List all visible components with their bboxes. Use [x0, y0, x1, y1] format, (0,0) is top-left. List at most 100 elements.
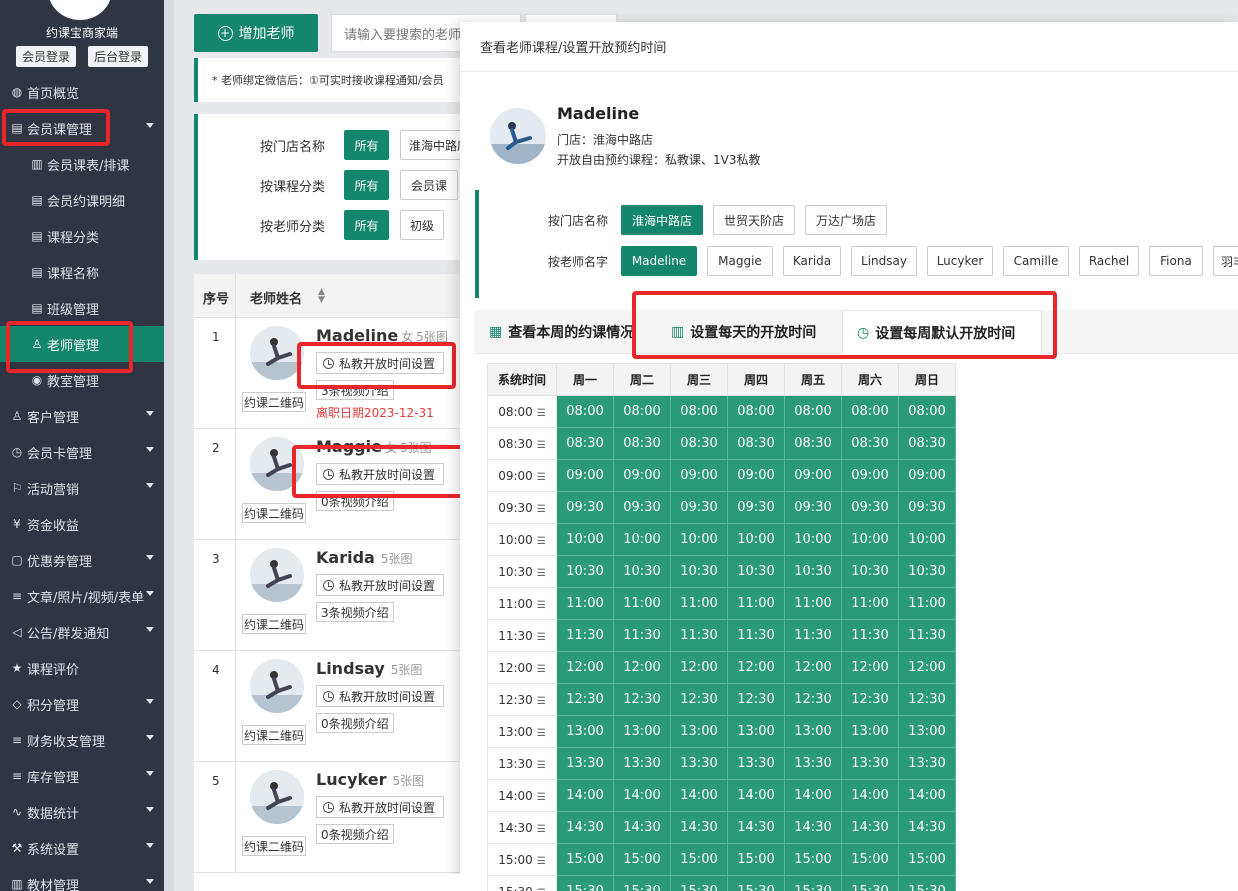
grid-time-cell[interactable]: 15:00 ☰ [487, 843, 557, 876]
grid-slot[interactable]: 15:00 [727, 843, 785, 876]
modal-teacher-tag[interactable]: Madeline [621, 246, 697, 276]
add-teacher-button[interactable]: + 增加老师 [194, 14, 318, 52]
grid-slot[interactable]: 09:30 [727, 491, 785, 524]
modal-teacher-tag[interactable]: 羽丰 [1213, 246, 1238, 276]
grid-slot[interactable]: 13:00 [784, 715, 842, 748]
grid-slot[interactable]: 15:00 [556, 843, 614, 876]
sidebar-item-8[interactable]: ◉ 教室管理 [0, 362, 164, 398]
row-menu-icon[interactable]: ☰ [537, 728, 546, 739]
row-menu-icon[interactable]: ☰ [537, 536, 546, 547]
teacher-photos[interactable]: 5张图 [391, 663, 423, 677]
grid-slot[interactable]: 15:30 [613, 875, 671, 891]
grid-slot[interactable]: 12:00 [556, 651, 614, 684]
grid-slot[interactable]: 13:30 [784, 747, 842, 780]
tab-weekly-default-open-time[interactable]: ◷ 设置每周默认开放时间 [842, 310, 1042, 354]
grid-slot[interactable]: 14:30 [841, 811, 899, 844]
grid-time-cell[interactable]: 12:00 ☰ [487, 651, 557, 684]
modal-teacher-tag[interactable]: Karida [783, 246, 841, 276]
grid-slot[interactable]: 13:30 [841, 747, 899, 780]
modal-store-tag[interactable]: 世贸天阶店 [713, 205, 795, 235]
grid-time-cell[interactable]: 14:00 ☰ [487, 779, 557, 812]
grid-slot[interactable]: 11:30 [898, 619, 956, 652]
sidebar-item-21[interactable]: ⚒ 系统设置 [0, 830, 164, 866]
video-intro-badge[interactable]: 0条视频介绍 [316, 491, 394, 511]
grid-slot[interactable]: 11:00 [784, 587, 842, 620]
grid-slot[interactable]: 10:30 [898, 555, 956, 588]
grid-slot[interactable]: 10:30 [784, 555, 842, 588]
grid-slot[interactable]: 11:30 [727, 619, 785, 652]
grid-slot[interactable]: 13:00 [670, 715, 728, 748]
sidebar-item-12[interactable]: ¥ 资金收益 [0, 506, 164, 542]
admin-login-button[interactable]: 后台登录 [88, 46, 149, 67]
grid-slot[interactable]: 10:30 [841, 555, 899, 588]
row-menu-icon[interactable]: ☰ [537, 856, 546, 867]
sidebar-item-18[interactable]: ≡ 财务收支管理 [0, 722, 164, 758]
grid-slot[interactable]: 14:30 [784, 811, 842, 844]
sidebar-item-19[interactable]: ≡ 库存管理 [0, 758, 164, 794]
sidebar-item-0[interactable]: ◍ 首页概览 [0, 74, 164, 110]
grid-slot[interactable]: 14:00 [613, 779, 671, 812]
grid-time-cell[interactable]: 14:30 ☰ [487, 811, 557, 844]
grid-slot[interactable]: 14:00 [841, 779, 899, 812]
modal-store-tag[interactable]: 万达广场店 [805, 205, 887, 235]
grid-slot[interactable]: 10:30 [727, 555, 785, 588]
grid-slot[interactable]: 14:00 [898, 779, 956, 812]
row-menu-icon[interactable]: ☰ [537, 440, 546, 451]
grid-slot[interactable]: 15:30 [670, 875, 728, 891]
modal-teacher-tag[interactable]: Maggie [707, 246, 773, 276]
grid-time-cell[interactable]: 10:00 ☰ [487, 523, 557, 556]
grid-slot[interactable]: 09:30 [670, 491, 728, 524]
modal-store-tag[interactable]: 淮海中路店 [621, 205, 703, 235]
grid-slot[interactable]: 15:00 [841, 843, 899, 876]
modal-teacher-tag[interactable]: Fiona [1149, 246, 1203, 276]
grid-slot[interactable]: 15:30 [727, 875, 785, 891]
grid-slot[interactable]: 12:00 [784, 651, 842, 684]
private-open-time-button[interactable]: 私教开放时间设置 [316, 463, 444, 485]
grid-slot[interactable]: 09:00 [898, 459, 956, 492]
row-menu-icon[interactable]: ☰ [537, 472, 546, 483]
grid-time-cell[interactable]: 15:30 ☰ [487, 875, 557, 891]
grid-slot[interactable]: 09:30 [784, 491, 842, 524]
grid-slot[interactable]: 08:00 [556, 395, 614, 428]
private-open-time-button[interactable]: 私教开放时间设置 [316, 796, 444, 818]
grid-slot[interactable]: 15:30 [898, 875, 956, 891]
row-menu-icon[interactable]: ☰ [537, 504, 546, 515]
grid-slot[interactable]: 14:00 [727, 779, 785, 812]
store-filter-all[interactable]: 所有 [344, 130, 389, 160]
grid-slot[interactable]: 08:00 [613, 395, 671, 428]
grid-slot[interactable]: 13:30 [556, 747, 614, 780]
grid-slot[interactable]: 12:00 [727, 651, 785, 684]
row-menu-icon[interactable]: ☰ [537, 600, 546, 611]
grid-slot[interactable]: 09:00 [727, 459, 785, 492]
grid-slot[interactable]: 08:00 [784, 395, 842, 428]
sort-icon[interactable]: ▲ ▼ [318, 288, 325, 305]
grid-slot[interactable]: 13:30 [613, 747, 671, 780]
grid-slot[interactable]: 11:00 [670, 587, 728, 620]
teacher-photos[interactable]: 5张图 [416, 330, 448, 344]
row-menu-icon[interactable]: ☰ [537, 760, 546, 771]
row-menu-icon[interactable]: ☰ [537, 632, 546, 643]
grid-slot[interactable]: 08:00 [841, 395, 899, 428]
sidebar-item-20[interactable]: ∿ 数据统计 [0, 794, 164, 830]
row-menu-icon[interactable]: ☰ [537, 408, 546, 419]
modal-teacher-tag[interactable]: Camille [1003, 246, 1069, 276]
grid-slot[interactable]: 13:30 [670, 747, 728, 780]
grid-slot[interactable]: 12:30 [898, 683, 956, 716]
tab-daily-open-time[interactable]: ▥ 设置每天的开放时间 [671, 310, 816, 354]
sidebar-item-15[interactable]: ◁ 公告/群发通知 [0, 614, 164, 650]
sidebar-item-4[interactable]: ▤ 课程分类 [0, 218, 164, 254]
grid-slot[interactable]: 11:30 [613, 619, 671, 652]
grid-slot[interactable]: 12:30 [784, 683, 842, 716]
grid-slot[interactable]: 11:00 [898, 587, 956, 620]
grid-slot[interactable]: 12:30 [670, 683, 728, 716]
grid-slot[interactable]: 13:30 [727, 747, 785, 780]
grid-slot[interactable]: 12:00 [898, 651, 956, 684]
grid-slot[interactable]: 11:00 [556, 587, 614, 620]
sidebar-item-9[interactable]: ♙ 客户管理 [0, 398, 164, 434]
grid-slot[interactable]: 09:30 [613, 491, 671, 524]
grid-slot[interactable]: 13:00 [556, 715, 614, 748]
grid-time-cell[interactable]: 13:00 ☰ [487, 715, 557, 748]
grid-slot[interactable]: 15:00 [898, 843, 956, 876]
grid-slot[interactable]: 12:30 [727, 683, 785, 716]
grid-slot[interactable]: 10:30 [556, 555, 614, 588]
